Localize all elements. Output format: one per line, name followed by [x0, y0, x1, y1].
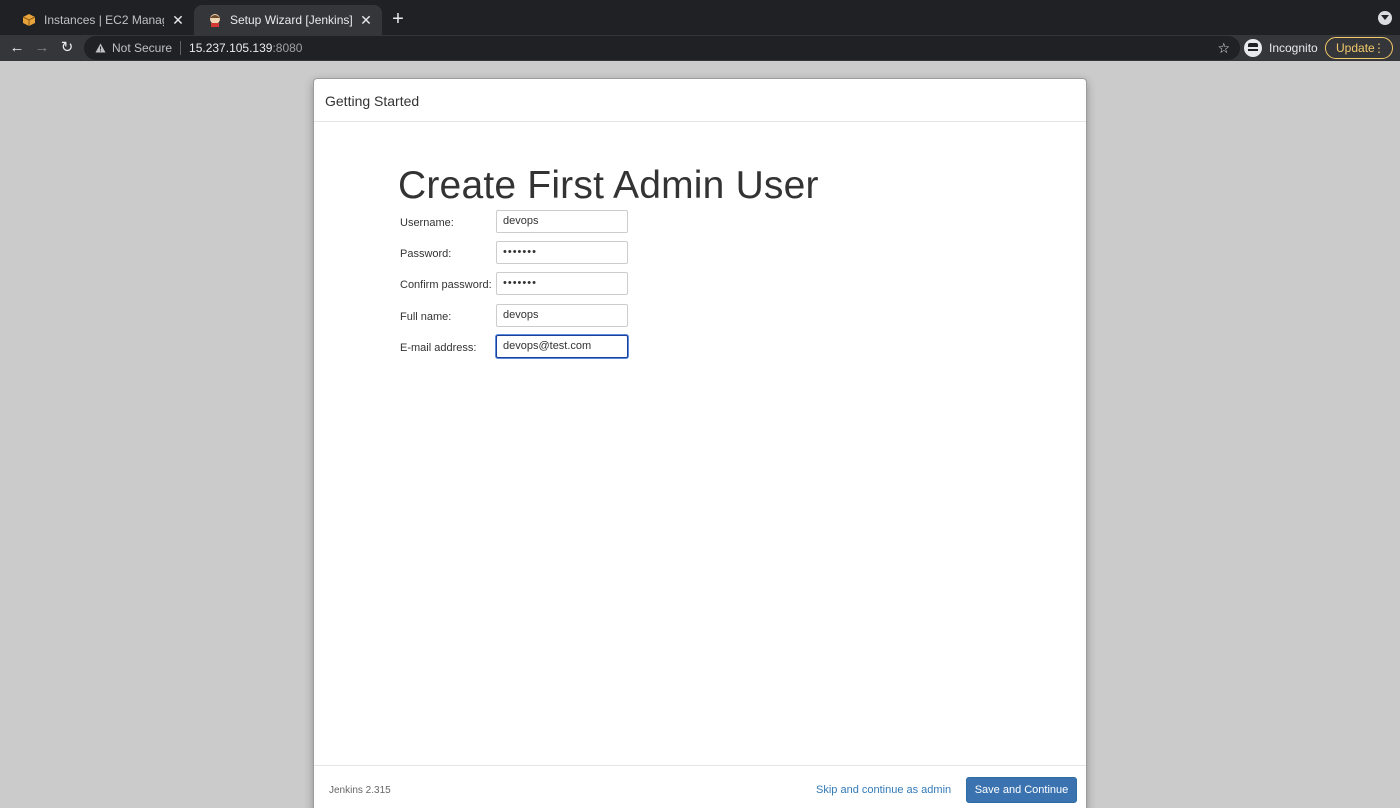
kebab-menu-icon[interactable]: ⋮: [1373, 41, 1385, 55]
confirm-password-label: Confirm password:: [400, 279, 492, 291]
password-label: Password:: [400, 248, 452, 260]
tab-setup-wizard[interactable]: Setup Wizard [Jenkins] ✕: [194, 5, 382, 35]
url-port: :8080: [272, 41, 303, 55]
email-label: E-mail address:: [400, 342, 477, 354]
bookmark-star-icon[interactable]: ☆: [1217, 38, 1230, 58]
save-and-continue-button[interactable]: Save and Continue: [966, 777, 1077, 803]
dialog-header: Getting Started: [314, 79, 1086, 122]
forward-icon[interactable]: →: [31, 37, 53, 59]
tab-title: Instances | EC2 Management C: [44, 13, 164, 27]
incognito-label: Incognito: [1269, 41, 1318, 55]
email-input[interactable]: devops@test.com: [496, 335, 628, 358]
password-input[interactable]: •••••••: [496, 241, 628, 264]
update-button[interactable]: Update ⋮: [1325, 37, 1393, 59]
warning-triangle-icon: [94, 42, 106, 54]
full-name-label: Full name:: [400, 311, 452, 323]
update-label: Update: [1336, 41, 1375, 55]
page-heading: Create First Admin User: [398, 164, 819, 207]
incognito-icon: [1244, 39, 1262, 57]
aws-cube-icon: [22, 13, 36, 27]
reload-icon[interactable]: ↻: [56, 37, 78, 59]
tab-search-icon[interactable]: [1378, 11, 1392, 25]
jenkins-icon: [208, 13, 222, 27]
setup-wizard-dialog: Getting Started Create First Admin User …: [313, 78, 1087, 808]
username-label: Username:: [400, 217, 454, 229]
dialog-title: Getting Started: [325, 93, 420, 109]
confirm-password-input[interactable]: •••••••: [496, 272, 628, 295]
full-name-input[interactable]: devops: [496, 304, 628, 327]
dialog-footer: Jenkins 2.315 Skip and continue as admin…: [314, 765, 1086, 808]
url-host: 15.237.105.139: [189, 41, 273, 55]
divider: [180, 41, 182, 55]
tab-title: Setup Wizard [Jenkins]: [230, 13, 352, 27]
close-tab-icon[interactable]: ✕: [170, 12, 186, 28]
new-tab-button[interactable]: +: [388, 8, 408, 30]
address-bar[interactable]: Not Secure 15.237.105.139 :8080 ☆: [84, 36, 1240, 60]
username-input[interactable]: devops: [496, 210, 628, 233]
security-status[interactable]: Not Secure: [112, 41, 172, 55]
tab-ec2-instances[interactable]: Instances | EC2 Management C ✕: [8, 5, 194, 35]
close-tab-icon[interactable]: ✕: [358, 12, 374, 28]
back-icon[interactable]: ←: [6, 37, 28, 59]
version-label: Jenkins 2.315: [329, 785, 391, 796]
browser-tab-strip: Instances | EC2 Management C ✕ Setup Wiz…: [0, 0, 1400, 35]
incognito-indicator[interactable]: Incognito: [1244, 37, 1318, 59]
browser-toolbar: ← → ↻ Not Secure 15.237.105.139 :8080 ☆: [0, 35, 1400, 61]
skip-admin-link[interactable]: Skip and continue as admin: [816, 784, 951, 796]
